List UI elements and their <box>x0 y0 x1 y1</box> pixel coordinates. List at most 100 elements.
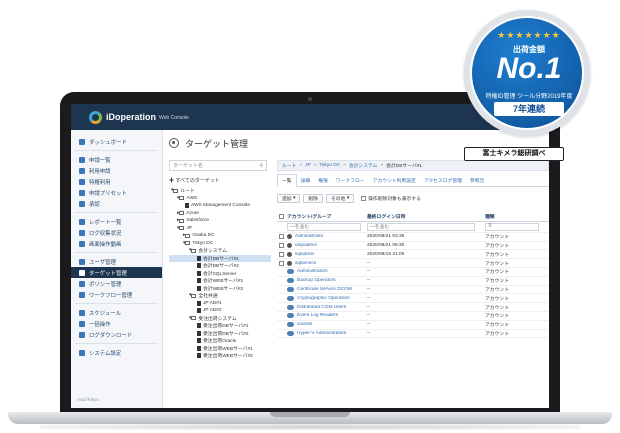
tree-node[interactable]: 会計DBサーバ#2 <box>169 262 271 270</box>
tree-node[interactable]: 受注出荷DBサーバ#2 <box>169 330 271 338</box>
tree-node[interactable]: ▾ 会計システム <box>169 247 271 255</box>
select-all-checkbox[interactable] <box>278 214 284 220</box>
folder-icon <box>191 248 197 253</box>
server-icon <box>197 255 201 261</box>
table-row[interactable]: Distributed COM Users -- アカウント <box>277 303 549 312</box>
laptop-shadow <box>40 424 580 430</box>
table-row[interactable]: Certificate Service DCOM -- アカウント <box>277 286 549 295</box>
sidebar-item-bulk-operation[interactable]: 一括操作 <box>71 318 162 329</box>
tree-node[interactable]: ▾ Tokyo DC <box>169 240 271 248</box>
sidebar-item-log-download[interactable]: ログダウンロード <box>71 329 162 340</box>
sidebar-divider <box>75 210 158 213</box>
tab-permission[interactable]: 権限 <box>314 175 332 186</box>
other-button[interactable]: その他 ▾ <box>325 193 355 203</box>
tree-node[interactable]: ▾ 全社共通 <box>169 292 271 300</box>
table-row[interactable]: Event Log Readers -- アカウント <box>277 312 549 321</box>
tree-node[interactable]: 会計WEBサーバ#2 <box>169 285 271 293</box>
breadcrumb-item[interactable]: 会計システム <box>349 162 378 169</box>
tree-node[interactable]: ▸ Azure <box>169 210 271 218</box>
tree-search-input[interactable]: ターゲット名 ⚲ <box>169 160 267 171</box>
sidebar-item-report-list[interactable]: レポート一覧 <box>71 216 162 227</box>
user-icon <box>79 258 85 265</box>
sidebar-item-target-management[interactable]: ターゲット管理 <box>71 267 162 278</box>
tree-node[interactable]: ▸ Salesforce <box>169 217 271 225</box>
table-row[interactable]: Guests -- アカウント <box>277 321 549 330</box>
breadcrumb: ルート» JP» Tokyo DC» 会計システム» 会計DBサーバ#1 <box>277 160 549 171</box>
sidebar-item-workflow-management[interactable]: ワークフロー管理 <box>71 289 162 300</box>
logo-text[interactable]: iDoperation <box>106 112 156 122</box>
sidebar-item-log-status[interactable]: ログ収集状況 <box>71 227 162 238</box>
group-icon <box>287 278 294 284</box>
server-icon <box>197 338 201 344</box>
delete-button[interactable]: 削除 <box>303 193 323 203</box>
tree-node[interactable]: ▾ AWS <box>169 195 271 203</box>
award-badge-inner: ★★★★★★★ 出荷金額 No.1 特権ID管理 ツール分野2019年度 7年連… <box>470 16 584 130</box>
tree-node[interactable]: 受注出荷DBサーバ#1 <box>169 322 271 330</box>
row-checkbox[interactable] <box>278 234 284 240</box>
group-icon <box>287 322 294 328</box>
tree-node[interactable]: JP AD#2 <box>169 307 271 315</box>
sidebar: ダッシュボード 申請一覧 利用申請 特権利用 申請プリセット 承認 レポート一覧… <box>71 130 163 408</box>
tree-node[interactable]: ▾ JP <box>169 225 271 233</box>
column-header[interactable]: アカウント/グループ <box>287 213 367 220</box>
tree-node[interactable]: 受注出荷Oracle <box>169 337 271 345</box>
show-deleted-checkbox[interactable]: 操作削除対象も表示する <box>361 195 421 202</box>
sidebar-item-system-settings[interactable]: システム設定 <box>71 347 162 358</box>
promo-stage: iDoperation Web Console ダッシュボード 申請一覧 利用申… <box>0 0 620 433</box>
tab-access-log[interactable]: アクセスログ管理 <box>420 175 466 186</box>
sidebar-item-request-list[interactable]: 申請一覧 <box>71 154 162 165</box>
table-row[interactable]: Hyper-V Administrators -- アカウント <box>277 330 549 339</box>
row-checkbox[interactable] <box>278 260 284 266</box>
tab-references[interactable]: 参照元 <box>466 175 488 186</box>
row-checkbox[interactable] <box>278 251 284 257</box>
sidebar-item-schedule[interactable]: スケジュール <box>71 307 162 318</box>
tree-node-selected[interactable]: 会計DBサーバ#1 <box>169 254 271 262</box>
tree-node[interactable]: ▾ ルート <box>169 187 271 195</box>
account-filter-input[interactable]: 〜を含む <box>287 222 361 231</box>
tree-node[interactable]: 受注出荷WEBサーバ#2 <box>169 352 271 360</box>
tab-list[interactable]: 一覧 <box>277 174 297 187</box>
breadcrumb-item[interactable]: ルート <box>282 162 296 169</box>
tree-node[interactable]: 会計WEBサーバ#1 <box>169 277 271 285</box>
sidebar-item-use-request[interactable]: 利用申請 <box>71 165 162 176</box>
tree-node[interactable]: AWS Management Console <box>169 202 271 210</box>
table-row[interactable]: Administrator 2020/08/21 03:35 アカウント <box>277 233 549 242</box>
tree-node[interactable]: 受注出荷WEBサーバ#1 <box>169 345 271 353</box>
table-row[interactable]: idopadmin 2020/08/21 08:30 アカウント <box>277 242 549 251</box>
add-button[interactable]: 追加 ▾ <box>277 193 301 203</box>
group-icon <box>287 295 294 301</box>
group-icon <box>287 286 294 292</box>
type-filter-icon[interactable]: ⊽ <box>485 222 539 231</box>
sidebar-item-request-preset[interactable]: 申請プリセット <box>71 187 162 198</box>
star-icons: ★★★★★★★ <box>497 30 561 40</box>
sidebar-item-approval[interactable]: 承認 <box>71 198 162 209</box>
table-row[interactable]: Administrators -- アカウント <box>277 268 549 277</box>
column-header[interactable]: 種類 <box>485 213 545 220</box>
tree-all-targets[interactable]: ✚ すべてのターゲット <box>169 177 271 184</box>
column-header[interactable]: 最終ログイン日時 <box>367 213 485 220</box>
tab-account-settings[interactable]: アカウント利用設定 <box>369 175 420 186</box>
tab-workflow[interactable]: ワークフロー <box>332 175 369 186</box>
table-row[interactable]: sqladmin 2020/08/15 21:05 アカウント <box>277 250 549 260</box>
table-row[interactable]: Backup Operators -- アカウント <box>277 277 549 286</box>
tree-node[interactable]: ▸ Osaka DC <box>169 232 271 240</box>
sidebar-item-user-management[interactable]: ユーザ管理 <box>71 256 162 267</box>
logo-icon <box>89 110 102 124</box>
table-row[interactable]: sqlservice -- アカウント <box>277 259 549 268</box>
row-checkbox[interactable] <box>278 242 284 248</box>
tab-detail[interactable]: 詳細 <box>297 175 315 186</box>
tree-node[interactable]: ▾ 受注出荷システム <box>169 315 271 323</box>
breadcrumb-item[interactable]: Tokyo DC <box>319 163 340 168</box>
search-icon[interactable]: ⚲ <box>259 163 263 169</box>
table-row[interactable]: Cryptographic Operators -- アカウント <box>277 294 549 304</box>
date-filter-input[interactable]: 〜を含む <box>367 222 475 231</box>
tree-node[interactable]: JP AD#1 <box>169 300 271 308</box>
breadcrumb-item[interactable]: JP <box>305 163 311 168</box>
sidebar-item-policy-management[interactable]: ポリシー管理 <box>71 278 162 289</box>
user-icon <box>287 260 292 266</box>
workflow-icon <box>79 291 85 298</box>
sidebar-item-screen-video[interactable]: 画面操作動画 <box>71 238 162 249</box>
tree-node[interactable]: 会計SQLServer <box>169 270 271 278</box>
sidebar-item-dashboard[interactable]: ダッシュボード <box>71 136 162 147</box>
sidebar-item-privilege-use[interactable]: 特権利用 <box>71 176 162 187</box>
